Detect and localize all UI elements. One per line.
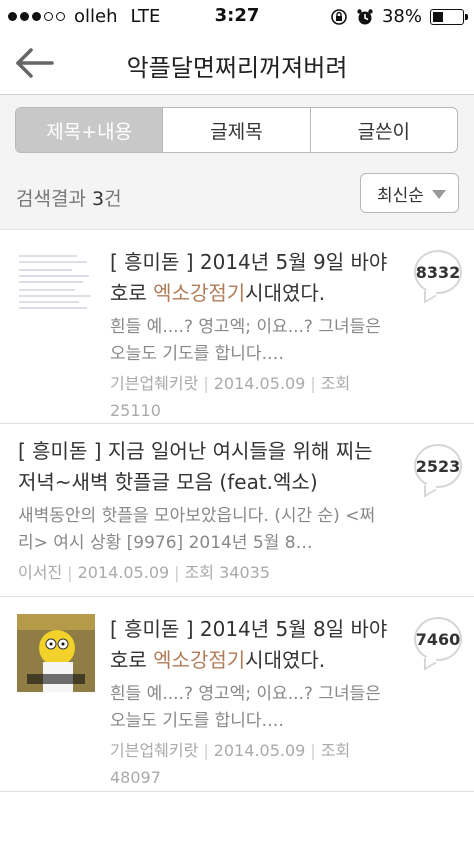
post-text: [ 흥미돋 ] 2014년 5월 9일 바야호로 엑소강점기시대였다. 흰들 예…: [110, 247, 388, 424]
post-excerpt: 흰들 예....? 영고엑; 이요...? 그녀들은 오늘도 기도를 합니다.…: [110, 317, 381, 364]
post-title: [ 흥미돋 ] 지금 일어난 여시들을 위해 찌는 저녁~새벽 핫플글 모음 (…: [18, 436, 390, 498]
post-meta: 기븐업췌키랏 | 2014.05.09 | 조회 48097: [110, 737, 388, 791]
page-title: 악플달면쩌리꺼져버려: [126, 54, 348, 82]
search-scope-tabs: 제목+내용 글제목 글쓴이: [15, 107, 458, 153]
post-thumbnail: [17, 614, 95, 692]
separator: |: [67, 563, 73, 582]
separator: |: [310, 374, 316, 393]
results-bar: 검색결과 3건 최신순: [0, 167, 474, 230]
result-count-number: 3: [91, 188, 105, 210]
separator: |: [174, 563, 180, 582]
comment-count: 8332: [415, 262, 461, 282]
post-views: 48097: [110, 768, 161, 787]
post-date: 2014.05.09: [213, 374, 306, 393]
post-text: [ 흥미돋 ] 지금 일어난 여시들을 위해 찌는 저녁~새벽 핫플글 모음 (…: [18, 436, 390, 586]
battery-icon: [430, 8, 468, 25]
post-text: [ 흥미돋 ] 2014년 5월 8일 바야호로 엑소강점기시대였다. 흰들 예…: [110, 614, 388, 791]
post-meta: 기븐업췌키랏 | 2014.05.09 | 조회 25110: [110, 370, 388, 424]
post-views: 25110: [110, 401, 161, 420]
post-title-text: 시대였다.: [245, 281, 326, 305]
post-date: 2014.05.09: [77, 563, 170, 582]
post-excerpt: 흰들 예....? 영고엑; 이요...? 그녀들은 오늘도 기도를 합니다.…: [110, 684, 381, 731]
post-date: 2014.05.09: [213, 741, 306, 760]
comment-count-badge: 2523: [414, 444, 462, 488]
post-excerpt: 새벽동안의 핫플을 모아보았읍니다. (시간 순) <쩌리> 여시 상황 [99…: [18, 506, 376, 553]
battery-percent: 38%: [381, 6, 422, 27]
list-item[interactable]: [ 흥미돋 ] 2014년 5월 8일 바야호로 엑소강점기시대였다. 흰들 예…: [0, 597, 474, 792]
chevron-down-icon: [432, 190, 446, 199]
sort-dropdown[interactable]: 최신순: [360, 173, 459, 213]
tab-title[interactable]: 글제목: [162, 108, 309, 152]
separator: |: [310, 741, 316, 760]
post-views-label: 조회: [320, 741, 351, 760]
post-thumbnail: [17, 246, 95, 324]
comment-count-badge: 7460: [414, 617, 462, 661]
list-item[interactable]: [ 흥미돋 ] 지금 일어난 여시들을 위해 찌는 저녁~새벽 핫플글 모음 (…: [0, 424, 474, 597]
separator: |: [203, 741, 209, 760]
comment-count-badge: 8332: [414, 250, 462, 294]
nav-header: 악플달면쩌리꺼져버려: [0, 34, 474, 95]
comment-count: 7460: [415, 629, 461, 649]
status-bar: olleh LTE 3:27 38%: [0, 0, 474, 34]
post-title-text: 시대였다.: [245, 648, 326, 672]
post-title-highlight: 엑소강점기: [153, 281, 246, 305]
post-author: 기븐업췌키랏: [110, 741, 199, 760]
result-count: 검색결과 3건: [16, 184, 122, 211]
sort-label: 최신순: [377, 185, 424, 206]
post-views-label: 조회: [320, 374, 351, 393]
result-count-label: 검색결과: [16, 188, 86, 210]
list-item[interactable]: [ 흥미돋 ] 2014년 5월 9일 바야호로 엑소강점기시대였다. 흰들 예…: [0, 230, 474, 424]
tab-title-content[interactable]: 제목+내용: [16, 108, 163, 152]
post-title: [ 흥미돋 ] 2014년 5월 8일 바야호로 엑소강점기시대였다.: [110, 614, 388, 676]
post-views: 34035: [219, 563, 271, 582]
rotation-lock-icon: [331, 8, 347, 25]
post-views-label: 조회: [184, 563, 215, 582]
result-count-unit: 건: [104, 188, 122, 210]
post-author: 기븐업췌키랏: [110, 374, 199, 393]
tab-author[interactable]: 글쓴이: [309, 108, 457, 152]
post-meta: 이서진 | 2014.05.09 | 조회 34035: [18, 559, 390, 586]
separator: |: [203, 374, 209, 393]
post-author: 이서진: [18, 563, 63, 582]
post-title: [ 흥미돋 ] 2014년 5월 9일 바야호로 엑소강점기시대였다.: [110, 247, 388, 309]
search-tabs-area: 제목+내용 글제목 글쓴이: [0, 95, 474, 167]
comment-count: 2523: [415, 456, 461, 476]
post-title-highlight: 엑소강점기: [153, 648, 246, 672]
post-title-text: [ 흥미돋 ] 지금 일어난 여시들을 위해 찌는 저녁~새벽 핫플글 모음 (…: [18, 439, 373, 494]
alarm-icon: [357, 8, 373, 24]
